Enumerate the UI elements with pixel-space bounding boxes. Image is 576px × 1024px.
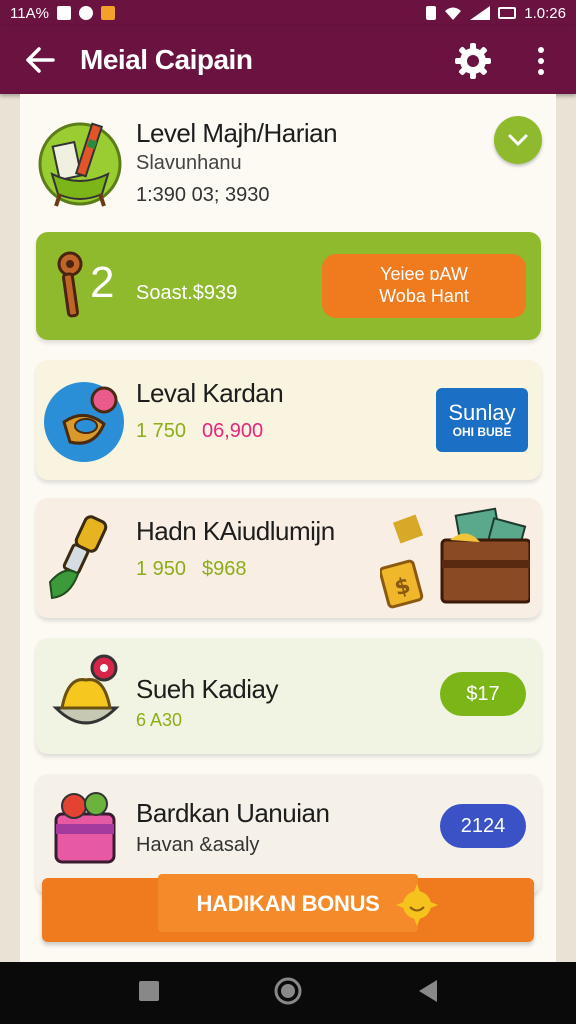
page-title: Meial Caipain — [80, 44, 253, 75]
list-item[interactable]: Hadn KAiudlumijn 1 950 $968 $ — [36, 498, 541, 618]
more-dot-icon — [538, 69, 544, 75]
wifi-icon — [445, 7, 462, 20]
nav-back-button[interactable] — [415, 978, 439, 1009]
item-title: Hadn KAiudlumijn — [136, 516, 335, 546]
count-badge[interactable]: 2124 — [440, 804, 526, 848]
treasure-chest-icon: $ — [380, 507, 530, 609]
battery-icon — [498, 7, 517, 19]
day-badge-line1: Sunlay — [448, 400, 516, 426]
item-value-b: 06,900 — [202, 420, 264, 442]
signal-icon — [470, 6, 491, 20]
item-value: 6 A30 — [136, 710, 183, 730]
status-time: 1.0:26 — [524, 4, 566, 22]
chat-icon — [78, 6, 93, 20]
potion-icon — [48, 515, 108, 600]
back-arrow-icon — [26, 47, 55, 73]
day-badge: Sunlay OHI BUBE — [436, 388, 528, 452]
status-left-text: 11A% — [10, 4, 49, 22]
item-title: Sueh Kadiay — [136, 674, 278, 704]
promo-number: 2 — [90, 258, 114, 307]
notification-icon — [56, 6, 71, 20]
key-icon — [57, 251, 83, 318]
gear-icon — [455, 43, 491, 79]
gift-box-icon — [54, 792, 116, 864]
promo-button-line2: Woba Hant — [379, 286, 469, 306]
nav-recent-button[interactable] — [137, 979, 161, 1008]
item-value-b: $968 — [202, 558, 247, 580]
list-item[interactable]: Sueh Kadiay 6 A30 $17 — [36, 638, 541, 754]
level-subtitle: Slavunhanu — [136, 152, 242, 174]
price-badge[interactable]: $17 — [440, 672, 526, 716]
triangle-back-icon — [419, 979, 438, 1002]
content-panel: Level Majh/Harian Slavunhanu 1:390 03; 3… — [20, 94, 556, 962]
books-pot-icon — [38, 122, 122, 207]
sun-icon — [396, 884, 438, 926]
status-bar: 11A% 1.0:26 — [0, 0, 576, 26]
chevron-down-icon — [508, 134, 528, 146]
bonus-banner[interactable]: HADIKAN BONUS — [42, 874, 534, 946]
more-dot-icon — [538, 58, 544, 64]
mute-icon — [426, 6, 437, 20]
promo-button-line1: Yeiee ɒAW — [380, 264, 468, 285]
back-button[interactable] — [0, 26, 80, 94]
level-title: Level Majh/Harian — [136, 118, 338, 148]
more-options-button[interactable] — [526, 40, 556, 82]
list-item[interactable]: Leval Kardan 1 750 06,900 Sunlay OHI BUB… — [36, 360, 541, 480]
ring-icon — [44, 382, 124, 462]
level-value: 1:390 03; 3930 — [136, 184, 270, 206]
settings-button[interactable] — [452, 40, 494, 82]
square-icon — [138, 980, 159, 1001]
food-bowl-icon — [52, 654, 120, 725]
item-subtitle: Havan &asaly — [136, 834, 260, 856]
item-title: Leval Kardan — [136, 378, 284, 408]
item-value-a: 1 750 — [136, 420, 187, 442]
app-bar: Meial Caipain — [0, 26, 576, 94]
nav-home-button[interactable] — [274, 977, 302, 1010]
promo-value: Soast.$939 — [136, 282, 238, 304]
app-icon — [100, 6, 115, 20]
bonus-label: HADIKAN BONUS — [196, 891, 380, 916]
item-value-a: 1 950 — [136, 558, 187, 580]
day-badge-line2: OHI BUBE — [452, 424, 512, 439]
promo-card: 2 Soast.$939 Yeiee ɒAW Woba Hant — [36, 232, 541, 340]
home-circle-icon — [274, 977, 302, 1004]
more-dot-icon — [538, 47, 544, 53]
system-nav-bar — [0, 962, 576, 1024]
item-title: Bardkan Uanuian — [136, 798, 330, 828]
expand-button[interactable] — [494, 116, 542, 164]
promo-button[interactable]: Yeiee ɒAW Woba Hant — [322, 254, 526, 318]
